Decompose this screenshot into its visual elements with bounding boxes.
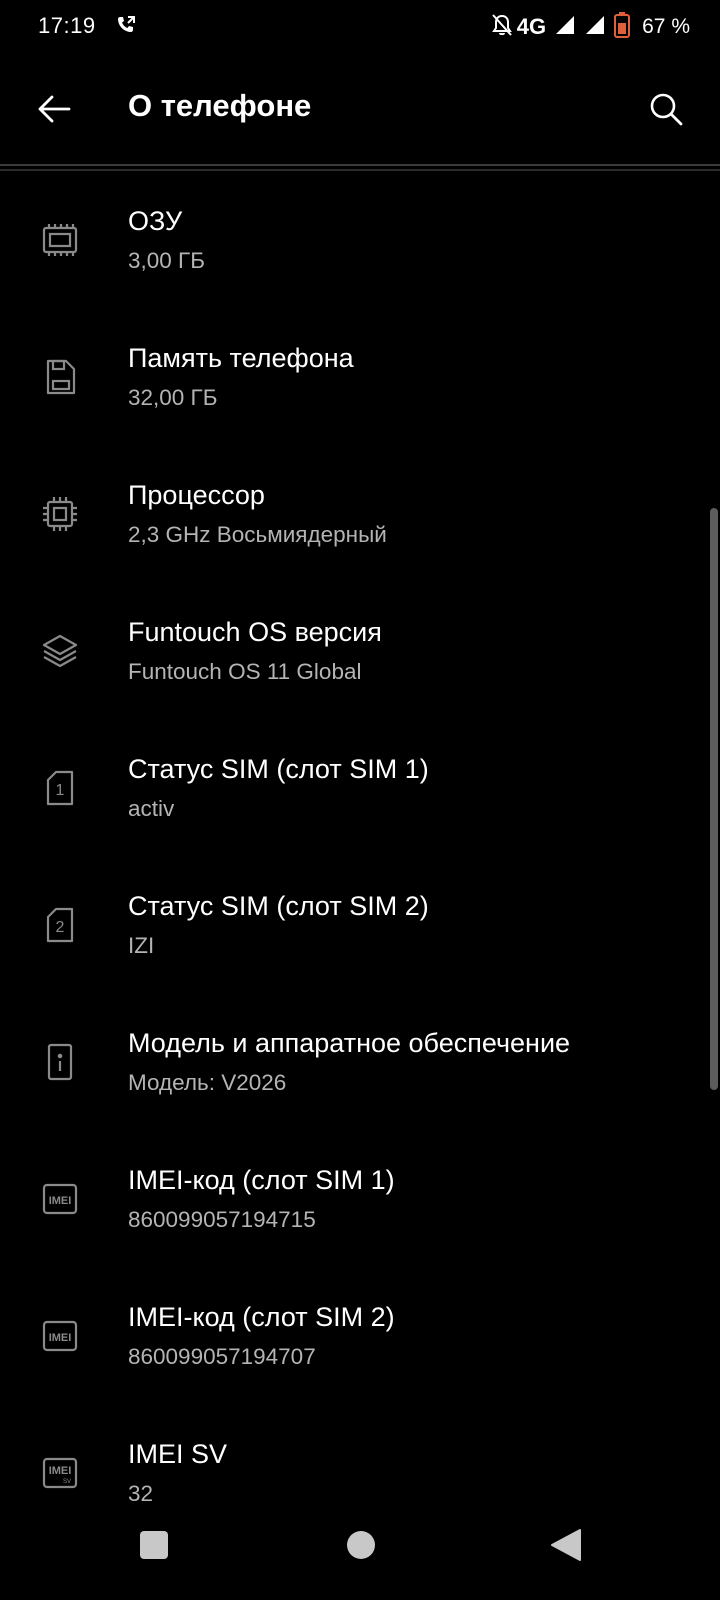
item-subtitle: 3,00 ГБ	[128, 248, 205, 273]
item-subtitle: 860099057194707	[128, 1344, 316, 1369]
battery-icon	[614, 11, 631, 43]
sim-1-icon: 1	[38, 766, 82, 810]
item-subtitle: IZI	[128, 933, 155, 958]
imei-sv-icon: IMEI SV	[38, 1451, 82, 1495]
app-bar: О телефоне	[0, 54, 720, 164]
item-title: Статус SIM (слот SIM 1)	[128, 754, 429, 784]
item-subtitle: Funtouch OS 11 Global	[128, 659, 362, 684]
list-item-sim1-status[interactable]: 1 Статус SIM (слот SIM 1) activ	[0, 720, 720, 857]
back-icon[interactable]	[550, 1528, 582, 1562]
imei-icon-label: IMEI	[49, 1465, 72, 1477]
status-right-group: 4G 67 %	[491, 11, 690, 43]
signal-icon	[584, 14, 606, 41]
layers-icon	[38, 629, 82, 673]
item-title: IMEI-код (слот SIM 1)	[128, 1165, 395, 1195]
scrollbar[interactable]	[710, 508, 718, 1090]
list-item-processor[interactable]: Процессор 2,3 GHz Восьмиядерный	[0, 446, 720, 583]
list-item-imei-sim2[interactable]: IMEI IMEI-код (слот SIM 2) 8600990571947…	[0, 1268, 720, 1405]
status-bar: 17:19 4G 67 %	[0, 0, 720, 54]
network-type: 4G	[516, 14, 547, 39]
recents-icon[interactable]	[140, 1531, 168, 1559]
imei-sv-sub-label: SV	[63, 1479, 71, 1485]
item-title: IMEI-код (слот SIM 2)	[128, 1302, 395, 1332]
item-subtitle: 32,00 ГБ	[128, 385, 218, 410]
imei-icon-label: IMEI	[49, 1195, 72, 1207]
list-item-os-version[interactable]: Funtouch OS версия Funtouch OS 11 Global	[0, 583, 720, 720]
search-icon	[650, 93, 683, 126]
memory-chip-icon	[38, 218, 82, 262]
battery-percent: 67 %	[642, 15, 690, 38]
arrow-left-icon	[38, 95, 71, 123]
back-button[interactable]	[22, 77, 86, 141]
list-item-ram[interactable]: ОЗУ 3,00 ГБ	[0, 172, 720, 309]
settings-list: ОЗУ 3,00 ГБ Память телефона 32,00 ГБ Про…	[0, 172, 720, 1542]
call-forward-icon	[114, 14, 138, 38]
item-title: Funtouch OS версия	[128, 617, 382, 647]
item-subtitle: 32	[128, 1481, 154, 1506]
bell-off-icon	[491, 13, 513, 42]
navigation-bar	[0, 1510, 720, 1600]
item-title: Процессор	[128, 480, 265, 510]
search-button[interactable]	[634, 77, 698, 141]
item-title: Модель и аппаратное обеспечение	[128, 1028, 571, 1058]
imei-icon: IMEI	[38, 1177, 82, 1221]
item-title: Статус SIM (слот SIM 2)	[128, 891, 429, 921]
list-item-model-hardware[interactable]: Модель и аппаратное обеспечение Модель: …	[0, 994, 720, 1131]
imei-icon-label: IMEI	[49, 1332, 72, 1344]
page-title: О телефоне	[128, 88, 312, 123]
signal-icon	[554, 14, 576, 41]
list-item-storage[interactable]: Память телефона 32,00 ГБ	[0, 309, 720, 446]
item-subtitle: 860099057194715	[128, 1207, 316, 1232]
cpu-icon	[38, 492, 82, 536]
item-title: IMEI SV	[128, 1439, 228, 1469]
item-title: Память телефона	[128, 343, 354, 373]
sim-slot-number: 1	[56, 782, 65, 799]
sd-card-icon	[38, 355, 82, 399]
item-subtitle: 2,3 GHz Восьмиядерный	[128, 522, 387, 547]
sim-2-icon: 2	[38, 903, 82, 947]
item-title: ОЗУ	[128, 206, 183, 236]
status-time: 17:19	[38, 13, 96, 38]
header-divider	[0, 164, 720, 171]
item-subtitle: activ	[128, 796, 175, 821]
list-item-sim2-status[interactable]: 2 Статус SIM (слот SIM 2) IZI	[0, 857, 720, 994]
sim-slot-number: 2	[56, 919, 65, 936]
item-subtitle: Модель: V2026	[128, 1070, 287, 1095]
phone-info-icon	[38, 1040, 82, 1084]
list-item-imei-sim1[interactable]: IMEI IMEI-код (слот SIM 1) 8600990571947…	[0, 1131, 720, 1268]
imei-icon: IMEI	[38, 1314, 82, 1358]
home-icon[interactable]	[347, 1531, 375, 1559]
